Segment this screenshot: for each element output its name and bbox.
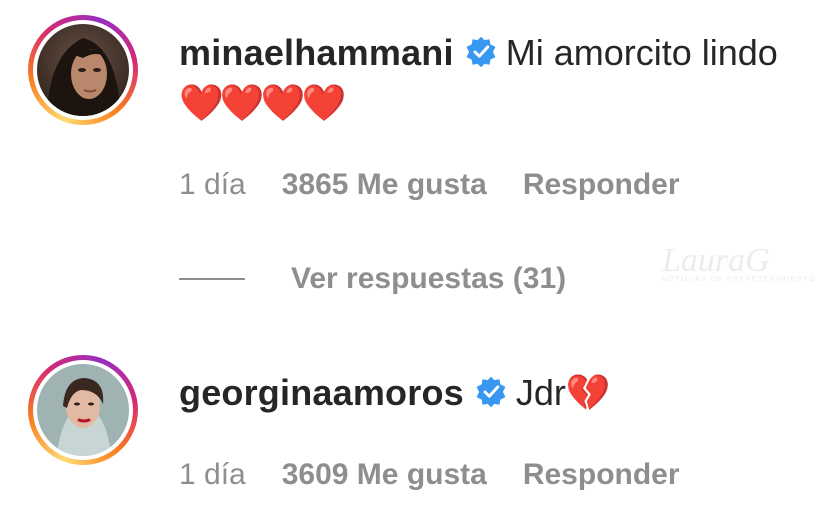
watermark-tagline: NOTICIAS DE ENTRETENIMIENTO [662,276,816,283]
reply-button[interactable]: Responder [523,458,680,492]
like-count[interactable]: 3865 Me gusta [282,168,487,202]
avatar-gap [33,20,133,120]
view-replies-label: Ver respuestas (31) [291,262,567,295]
verified-badge-icon [466,36,496,68]
reply-button[interactable]: Responder [523,168,680,202]
comment-text: Jdr [515,372,566,413]
comment-item: georginaamoros Jdr💔 1 día 3609 Me gusta … [0,340,836,530]
replies-divider [179,278,245,280]
comment-meta: 1 día 3609 Me gusta Responder [179,458,680,492]
avatar[interactable] [37,24,129,116]
comment-text: Mi amorcito lindo [505,32,778,73]
watermark-logo: LauraG NOTICIAS DE ENTRETENIMIENTO [662,242,822,290]
avatar[interactable] [37,364,129,456]
heart-emoji: ❤️❤️❤️❤️ [179,82,346,123]
story-ring[interactable] [28,15,138,125]
view-replies-button[interactable]: Ver respuestas (31) [179,262,566,296]
comment-meta: 1 día 3865 Me gusta Responder [179,168,680,202]
broken-heart-emoji: 💔 [565,372,611,413]
comment-item: minaelhammani Mi amorcito lindo ❤️❤️❤️❤️… [0,0,836,340]
watermark-brand: LauraG [662,242,770,279]
comment-body: minaelhammani Mi amorcito lindo ❤️❤️❤️❤️ [179,28,799,128]
comment-time[interactable]: 1 día [179,168,246,202]
like-count[interactable]: 3609 Me gusta [282,458,487,492]
avatar-gap [33,360,133,460]
story-ring[interactable] [28,355,138,465]
comment-time[interactable]: 1 día [179,458,246,492]
verified-badge-icon [476,376,506,408]
username-link[interactable]: minaelhammani [179,32,454,73]
comment-body: georginaamoros Jdr💔 [179,368,799,418]
username-link[interactable]: georginaamoros [179,372,464,413]
